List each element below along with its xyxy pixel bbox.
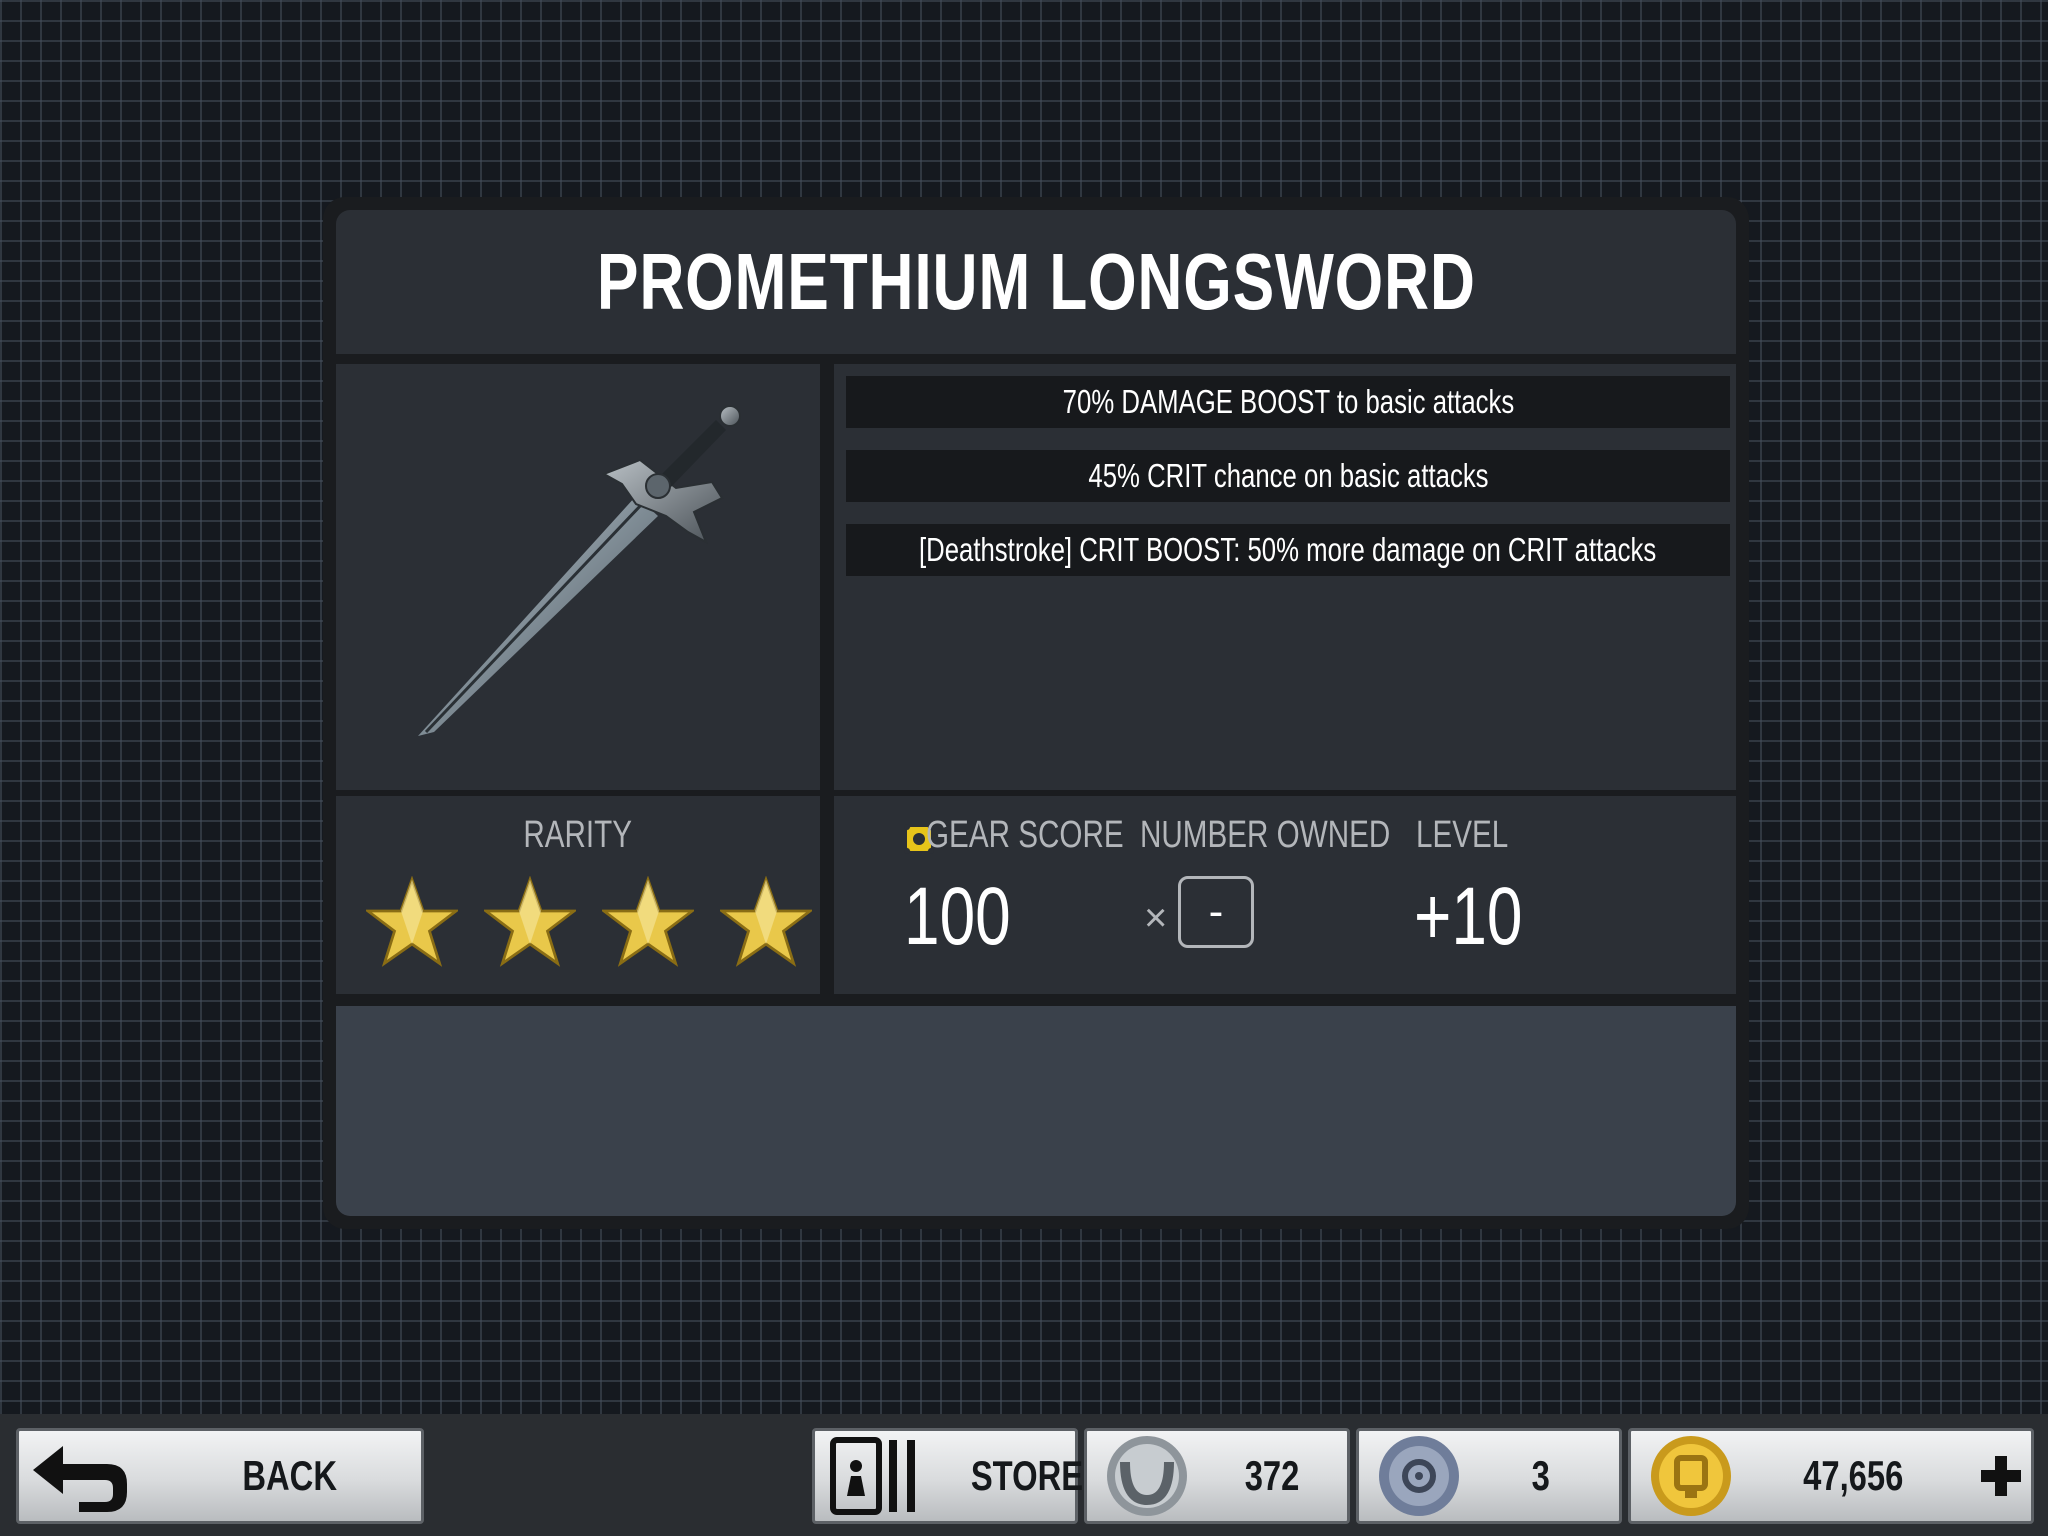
power-credits-display[interactable]: 372 bbox=[1084, 1428, 1350, 1524]
level-value: +10 bbox=[1414, 871, 1523, 962]
star-icon bbox=[366, 876, 458, 968]
coins-value: 47,656 bbox=[1803, 1452, 1904, 1499]
effect-row: [Deathstroke] CRIT BOOST: 50% more damag… bbox=[846, 524, 1730, 576]
stats-cell: GEAR SCORE 100 NUMBER OWNED × - LEVEL +1… bbox=[834, 796, 1736, 994]
rarity-cell: RARITY bbox=[336, 796, 820, 994]
back-arrow-icon bbox=[33, 1446, 127, 1512]
effect-text: 70% DAMAGE BOOST to basic attacks bbox=[1062, 383, 1514, 420]
item-title: PROMETHIUM LONGSWORD bbox=[596, 237, 1476, 326]
gear-score-value: 100 bbox=[904, 871, 1011, 962]
title-bar: PROMETHIUM LONGSWORD bbox=[336, 210, 1736, 354]
alliance-credits-value: 3 bbox=[1531, 1452, 1550, 1499]
alliance-credits-icon bbox=[1379, 1436, 1459, 1516]
level-label: LEVEL bbox=[1416, 814, 1509, 856]
effect-row: 45% CRIT chance on basic attacks bbox=[846, 450, 1730, 502]
coin-icon bbox=[1651, 1436, 1731, 1516]
sword-image bbox=[418, 405, 741, 736]
alliance-credits-display[interactable]: 3 bbox=[1356, 1428, 1622, 1524]
effects-cell: 70% DAMAGE BOOST to basic attacks 45% CR… bbox=[834, 364, 1736, 790]
item-image-cell bbox=[336, 364, 820, 790]
number-owned-prefix: × bbox=[1144, 896, 1168, 940]
store-button[interactable]: STORE bbox=[812, 1428, 1083, 1524]
store-label: STORE bbox=[970, 1452, 1084, 1499]
number-owned-label: NUMBER OWNED bbox=[1140, 814, 1391, 856]
effect-row: 70% DAMAGE BOOST to basic attacks bbox=[846, 376, 1730, 428]
store-card-icon bbox=[830, 1437, 915, 1515]
star-icon bbox=[484, 876, 576, 968]
star-icon bbox=[602, 876, 694, 968]
back-label: BACK bbox=[242, 1452, 337, 1499]
plus-icon[interactable] bbox=[1977, 1452, 2025, 1500]
back-button[interactable]: BACK bbox=[16, 1428, 424, 1524]
power-credits-icon bbox=[1107, 1436, 1187, 1516]
rarity-stars bbox=[366, 876, 812, 968]
coins-display[interactable]: 47,656 bbox=[1628, 1428, 2034, 1524]
effect-text: 45% CRIT chance on basic attacks bbox=[1087, 457, 1489, 494]
description-area bbox=[336, 1006, 1736, 1216]
rarity-label: RARITY bbox=[523, 814, 633, 856]
effect-text: [Deathstroke] CRIT BOOST: 50% more damag… bbox=[919, 531, 1657, 568]
number-owned-value: - bbox=[1178, 876, 1254, 948]
star-icon bbox=[720, 876, 812, 968]
power-credits-value: 372 bbox=[1244, 1452, 1300, 1499]
